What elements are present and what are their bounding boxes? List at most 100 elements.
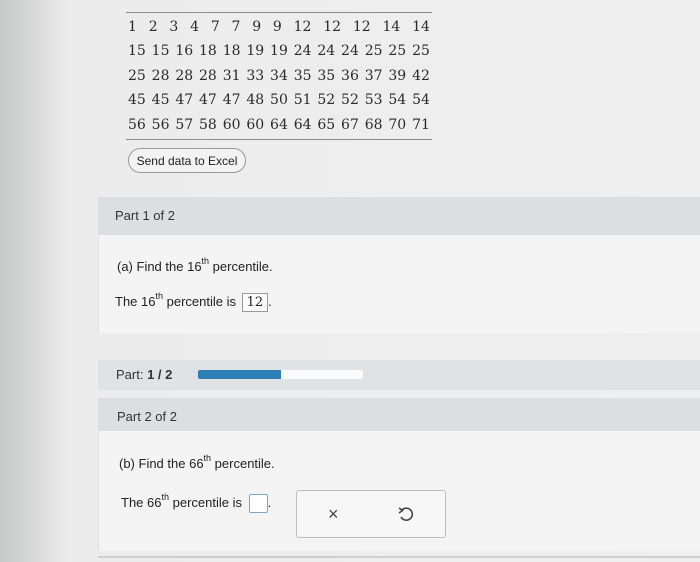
data-cell: 67 [341,116,359,133]
data-cell: 56 [128,116,146,133]
answer-tools: × [296,490,446,538]
data-cell: 35 [293,67,312,84]
data-cell: 37 [364,67,383,84]
data-cell: 19 [246,43,265,60]
part1-header-bar: Part 1 of 2 [98,197,700,235]
data-cell: 52 [317,92,336,109]
data-cell: 15 [128,43,146,60]
data-cell: 31 [222,67,241,84]
part2-header: Part 2 of 2 [117,409,177,424]
data-cell: 50 [270,92,288,109]
part1-answer-value: 12 [241,293,269,312]
data-cell: 42 [412,67,430,84]
data-cell: 47 [175,92,194,109]
data-row: 1 2 3 4 7 7 9 9 12 12 12 14 14 [126,15,432,39]
part2-question: (b) Find the 66th percentile. [119,453,275,471]
divider [98,556,700,558]
part1-answer-line: The 16th percentile is 12. [115,291,272,312]
data-cell: 36 [341,67,359,84]
data-cell: 15 [151,43,170,60]
data-cell: 65 [317,116,336,133]
data-cell: 60 [222,116,241,133]
data-cell: 4 [190,19,200,35]
data-cell: 53 [364,92,383,109]
part1-question-text: (a) Find the 16 [117,259,202,274]
progress-label-value: 1 / 2 [147,367,173,382]
data-cell: 57 [175,116,194,133]
part2-question-sup: th [203,453,212,463]
part2-answer-middle: percentile is [169,494,246,510]
data-cell: 54 [412,92,430,109]
data-cell: 51 [293,92,312,109]
close-icon[interactable]: × [328,504,339,525]
data-cell: 24 [293,43,312,60]
part2-answer-input[interactable] [248,494,268,513]
data-row: 56 56 57 58 60 60 64 64 65 67 68 70 71 [126,113,432,137]
data-cell: 16 [175,43,194,60]
part2-header-bar: Part 2 of 2 [98,398,700,431]
part1-answer-text: The 16 [115,294,156,309]
data-cell: 70 [388,116,407,133]
data-cell: 48 [246,92,265,109]
data-cell: 28 [199,67,217,84]
data-cell: 58 [199,116,217,133]
data-cell: 52 [341,92,359,109]
data-row: 15 15 16 18 18 19 19 24 24 24 25 25 25 [126,39,432,63]
data-cell: 39 [388,67,407,84]
data-cell: 18 [222,43,241,60]
data-cell: 64 [293,116,312,133]
left-shadow [0,0,70,562]
data-cell: 45 [151,92,170,109]
part2-answer-sup: th [161,491,169,502]
data-cell: 28 [151,67,170,84]
progress-fill [198,370,281,379]
data-cell: 64 [270,116,288,133]
data-cell: 12 [293,19,312,35]
send-to-excel-button[interactable]: Send data to Excel [128,148,246,173]
part1-header: Part 1 of 2 [115,208,175,223]
data-cell: 71 [412,116,430,133]
part1-question: (a) Find the 16th percentile. [117,256,273,274]
data-cell: 35 [317,67,336,84]
part1-answer-sup: th [155,291,163,301]
part2-question-text: (b) Find the 66 [119,456,204,471]
part2-question-end: percentile. [211,456,275,471]
data-cell: 25 [364,43,383,60]
part1-question-sup: th [201,256,210,266]
part1-answer-middle: percentile is [163,294,240,309]
data-cell: 14 [382,19,401,35]
data-cell: 28 [175,67,194,84]
part2-answer-text: The 66 [121,494,162,510]
progress-label-prefix: Part: [116,367,148,382]
progress-bar [198,370,363,379]
data-cell: 54 [388,92,407,109]
data-cell: 9 [272,19,282,35]
part2-answer-end: . [267,494,272,510]
data-cell: 19 [270,43,288,60]
data-cell: 25 [128,67,146,84]
data-cell: 9 [252,19,262,35]
data-cell: 12 [323,19,342,35]
data-cell: 7 [231,19,241,35]
data-cell: 47 [222,92,241,109]
progress-label: Part: 1 / 2 [116,367,172,382]
data-cell: 34 [270,67,288,84]
part1-question-end: percentile. [209,259,273,274]
data-row: 45 45 47 47 47 48 50 51 52 52 53 54 54 [126,88,432,112]
part1-answer-end: . [268,294,272,309]
data-cell: 3 [169,19,179,35]
part2-answer-line: The 66th percentile is . [121,491,272,513]
data-cell: 24 [317,43,336,60]
data-table: 1 2 3 4 7 7 9 9 12 12 12 14 14 15 15 16 18 18 19 19 24 24 24 25… [126,12,432,141]
data-cell: 33 [246,67,265,84]
data-cell: 2 [148,19,158,35]
data-cell: 45 [128,92,146,109]
undo-icon[interactable] [396,504,416,524]
data-cell: 1 [128,19,137,35]
data-cell: 24 [341,43,359,60]
data-cell: 25 [412,43,430,60]
data-cell: 12 [352,19,371,35]
part1-body: (a) Find the 16th percentile. The 16th p… [98,235,700,333]
data-cell: 56 [151,116,170,133]
data-cell: 25 [388,43,407,60]
